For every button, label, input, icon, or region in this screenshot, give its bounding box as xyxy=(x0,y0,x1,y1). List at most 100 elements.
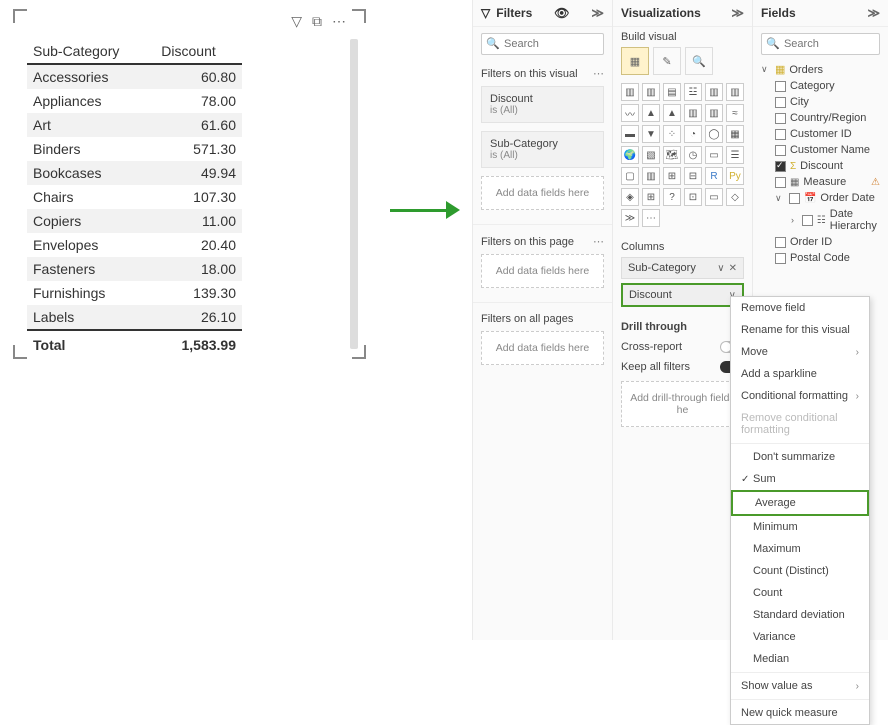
viz-100-bar-icon[interactable]: ▥ xyxy=(705,83,723,101)
menu-count-distinct[interactable]: Count (Distinct) xyxy=(731,560,869,582)
checkbox[interactable] xyxy=(775,177,786,188)
filter-card-subcat[interactable]: Sub-Category is (All) xyxy=(481,131,604,168)
col-header-subcat[interactable]: Sub-Category xyxy=(27,39,155,64)
viz-table-icon[interactable]: ⊞ xyxy=(663,167,681,185)
menu-minimum[interactable]: Minimum xyxy=(731,516,869,538)
format-mode-icon[interactable]: ✎ xyxy=(653,47,681,75)
menu-sparkline[interactable]: Add a sparkline xyxy=(731,363,869,385)
focus-icon[interactable]: ⧉ xyxy=(312,13,322,30)
section-more-icon[interactable]: ⋯ xyxy=(593,235,604,248)
table-row[interactable]: Copiers11.00 xyxy=(27,209,242,233)
viz-clustered-bar-icon[interactable]: ▤ xyxy=(663,83,681,101)
filter-card-discount[interactable]: Discount is (All) xyxy=(481,86,604,123)
field-measure[interactable]: ▦Measure⚠ xyxy=(757,174,884,190)
field-order-date[interactable]: ∨📅Order Date xyxy=(757,190,884,206)
viz-multirow-icon[interactable]: ☰ xyxy=(726,146,744,164)
menu-conditional[interactable]: Conditional formatting› xyxy=(731,385,869,407)
viz-clustered-column-icon[interactable]: ☳ xyxy=(684,83,702,101)
menu-dont-summarize[interactable]: Don't summarize xyxy=(731,446,869,468)
table-row[interactable]: Bookcases49.94 xyxy=(27,161,242,185)
table-visual[interactable]: ▽ ⧉ ⋯ Sub-Category Discount Accessories6… xyxy=(12,8,367,360)
field-order-id[interactable]: Order ID xyxy=(757,234,884,250)
table-row[interactable]: Furnishings139.30 xyxy=(27,281,242,305)
field-customer-name[interactable]: Customer Name xyxy=(757,142,884,158)
menu-move[interactable]: Move› xyxy=(731,341,869,363)
table-row[interactable]: Fasteners18.00 xyxy=(27,257,242,281)
viz-slicer-icon[interactable]: ▥ xyxy=(642,167,660,185)
field-date-hierarchy[interactable]: ›☷Date Hierarchy xyxy=(757,206,884,234)
menu-sum[interactable]: ✓Sum xyxy=(731,468,869,490)
checkbox[interactable] xyxy=(789,193,800,204)
analytics-mode-icon[interactable]: 🔍 xyxy=(685,47,713,75)
viz-map-icon[interactable]: 🌍 xyxy=(621,146,639,164)
checkbox[interactable] xyxy=(775,113,786,124)
menu-new-quick-measure[interactable]: New quick measure xyxy=(731,702,869,724)
resize-handle-tr[interactable] xyxy=(352,9,366,23)
section-more-icon[interactable]: ⋯ xyxy=(593,67,604,80)
resize-handle-bl[interactable] xyxy=(13,345,27,359)
menu-maximum[interactable]: Maximum xyxy=(731,538,869,560)
field-postal[interactable]: Postal Code xyxy=(757,250,884,266)
viz-decomposition-icon[interactable]: ⊞ xyxy=(642,188,660,206)
menu-count[interactable]: Count xyxy=(731,582,869,604)
viz-kpi-icon[interactable]: ▢ xyxy=(621,167,639,185)
fields-search[interactable]: 🔍 xyxy=(761,33,880,55)
table-row[interactable]: Chairs107.30 xyxy=(27,185,242,209)
viz-stacked-bar-icon[interactable]: ▥ xyxy=(621,83,639,101)
table-row[interactable]: Binders571.30 xyxy=(27,137,242,161)
add-page-filter[interactable]: Add data fields here xyxy=(481,254,604,288)
checkbox[interactable] xyxy=(802,215,813,226)
viz-funnel-icon[interactable]: ▼ xyxy=(642,125,660,143)
checkbox[interactable] xyxy=(775,237,786,248)
remove-field-icon[interactable]: ✕ xyxy=(729,263,737,274)
table-scrollbar[interactable] xyxy=(350,39,358,349)
checkbox[interactable] xyxy=(775,81,786,92)
viz-azure-map-icon[interactable]: 🗺 xyxy=(663,146,681,164)
viz-100-column-icon[interactable]: ▥ xyxy=(726,83,744,101)
add-visual-filter[interactable]: Add data fields here xyxy=(481,176,604,210)
add-all-filter[interactable]: Add data fields here xyxy=(481,331,604,365)
field-city[interactable]: City xyxy=(757,94,884,110)
viz-area-icon[interactable]: ▲ xyxy=(642,104,660,122)
field-well-discount[interactable]: Discount∨ xyxy=(621,283,744,307)
filter-icon[interactable]: ▽ xyxy=(291,13,302,30)
viz-waterfall-icon[interactable]: ▬ xyxy=(621,125,639,143)
menu-std[interactable]: Standard deviation xyxy=(731,604,869,626)
viz-matrix-icon[interactable]: ⊟ xyxy=(684,167,702,185)
field-category[interactable]: Category xyxy=(757,78,884,94)
viz-stacked-area-icon[interactable]: ▲ xyxy=(663,104,681,122)
viz-ribbon-icon[interactable]: ≈ xyxy=(726,104,744,122)
viz-qa-icon[interactable]: ? xyxy=(663,188,681,206)
viz-donut-icon[interactable]: ◯ xyxy=(705,125,723,143)
checkbox[interactable] xyxy=(775,253,786,264)
field-country[interactable]: Country/Region xyxy=(757,110,884,126)
menu-average[interactable]: Average xyxy=(731,490,869,516)
checkbox[interactable] xyxy=(775,129,786,140)
more-icon[interactable]: ⋯ xyxy=(332,13,346,30)
collapse-icon[interactable]: ≫ xyxy=(731,6,744,20)
menu-rename[interactable]: Rename for this visual xyxy=(731,319,869,341)
viz-line-icon[interactable]: 〰 xyxy=(621,104,639,122)
viz-gauge-icon[interactable]: ◷ xyxy=(684,146,702,164)
viz-custom-icon[interactable]: ⋯ xyxy=(642,209,660,227)
field-discount[interactable]: ΣDiscount xyxy=(757,158,884,174)
viz-pie-icon[interactable]: ◔ xyxy=(684,125,702,143)
checkbox[interactable] xyxy=(775,161,786,172)
filters-search[interactable]: 🔍 xyxy=(481,33,604,55)
collapse-icon[interactable]: ≫ xyxy=(591,6,604,20)
table-row[interactable]: Art61.60 xyxy=(27,113,242,137)
menu-variance[interactable]: Variance xyxy=(731,626,869,648)
chevron-down-icon[interactable]: ∨ xyxy=(717,263,724,274)
viz-narrative-icon[interactable]: ⊡ xyxy=(684,188,702,206)
add-drill-fields[interactable]: Add drill-through fields he xyxy=(621,381,744,427)
viz-card-icon[interactable]: ▭ xyxy=(705,146,723,164)
table-orders[interactable]: ∨▦Orders xyxy=(757,61,884,78)
viz-treemap-icon[interactable]: ▦ xyxy=(726,125,744,143)
field-well-subcat[interactable]: Sub-Category∨✕ xyxy=(621,257,744,279)
table-row[interactable]: Appliances78.00 xyxy=(27,89,242,113)
menu-median[interactable]: Median xyxy=(731,648,869,670)
viz-powerapps-icon[interactable]: ◇ xyxy=(726,188,744,206)
viz-r-icon[interactable]: R xyxy=(705,167,723,185)
table-row[interactable]: Labels26.10 xyxy=(27,305,242,330)
checkbox[interactable] xyxy=(775,97,786,108)
